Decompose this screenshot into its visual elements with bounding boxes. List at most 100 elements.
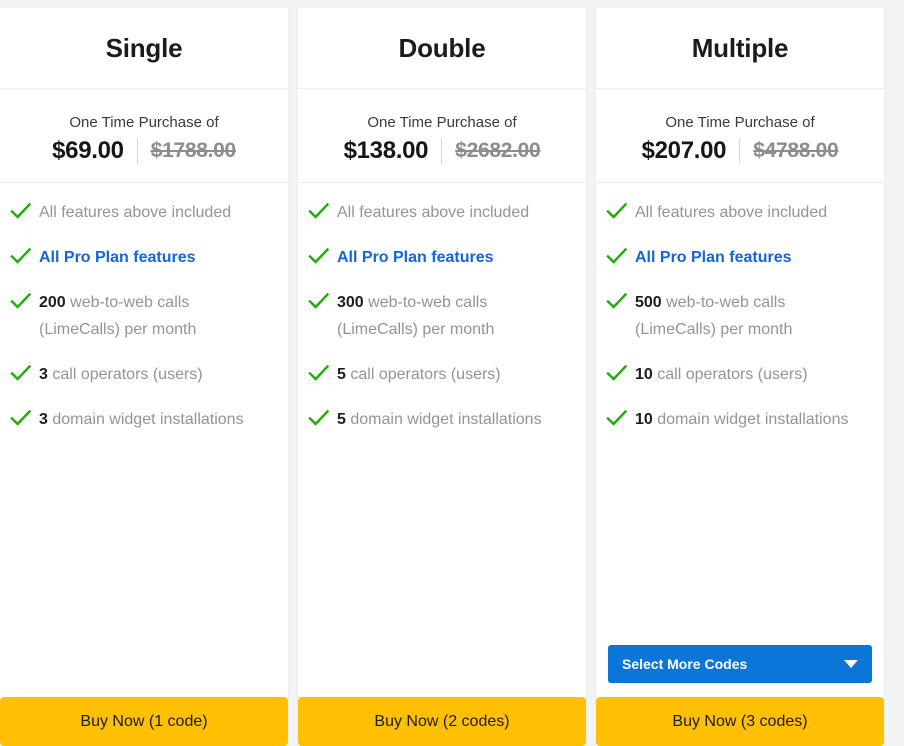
feature-quantity: 5 [337,366,346,383]
feature-item: 10 call operators (users) [606,361,870,388]
plan-card: Single One Time Purchase of $69.00 $1788.00… [0,8,288,746]
feature-label: call operators (users) [52,366,203,383]
price-block: One Time Purchase of $69.00 $1788.00 [0,89,288,183]
check-icon [308,363,330,383]
feature-item: 300 web-to-web calls (LimeCalls) per mon… [308,289,572,343]
buy-now-button[interactable]: Buy Now (2 codes) [298,697,586,746]
feature-list: All features above included All Pro Plan … [596,183,884,645]
feature-label: call operators (users) [657,366,808,383]
buy-now-button[interactable]: Buy Now (1 code) [0,697,288,746]
check-icon [10,291,32,311]
plan-header: Double [298,8,586,89]
feature-quantity: 10 [635,411,653,428]
check-icon [606,408,628,428]
feature-label: domain widget installations [657,411,849,428]
feature-item: 3 domain widget installations [10,406,274,433]
feature-text: 10 call operators (users) [635,361,808,388]
select-codes-area [298,645,586,683]
price-separator [136,138,138,164]
feature-text: All Pro Plan features [635,244,792,271]
price-separator [441,138,443,164]
select-more-codes-dropdown[interactable]: Select More Codes [608,645,872,683]
price-block: One Time Purchase of $207.00 $4788.00 [596,89,884,183]
check-icon [308,246,330,266]
plan-title: Multiple [691,32,789,63]
check-icon [10,363,32,383]
price-caption: One Time Purchase of [367,114,517,131]
feature-text: 300 web-to-web calls (LimeCalls) per mon… [337,289,572,343]
feature-quantity: 500 [635,294,662,311]
feature-item: All features above included [308,199,572,226]
plan-header: Multiple [596,8,884,89]
feature-text: 3 domain widget installations [39,406,244,433]
feature-item: 5 call operators (users) [308,361,572,388]
feature-item: All Pro Plan features [606,244,870,271]
feature-quantity: 10 [635,366,653,383]
check-icon [606,246,628,266]
feature-label: All Pro Plan features [39,249,196,266]
feature-item: All Pro Plan features [10,244,274,271]
feature-text: 500 web-to-web calls (LimeCalls) per mon… [635,289,870,343]
check-icon [606,363,628,383]
feature-quantity: 200 [39,294,66,311]
feature-label: All features above included [337,204,530,221]
price-current: $69.00 [52,137,124,164]
feature-item: All features above included [10,199,274,226]
feature-text: 3 call operators (users) [39,361,203,388]
check-icon [606,291,628,311]
check-icon [308,201,330,221]
price-current: $207.00 [641,137,727,164]
price-current: $138.00 [343,137,429,164]
price-original-strikethrough: $2682.00 [455,139,541,162]
check-icon [10,408,32,428]
feature-label: All Pro Plan features [337,249,494,266]
buy-now-button[interactable]: Buy Now (3 codes) [596,697,884,746]
feature-item: 500 web-to-web calls (LimeCalls) per mon… [606,289,870,343]
plan-title: Single [105,32,183,63]
feature-quantity: 3 [39,411,48,428]
feature-item: 3 call operators (users) [10,361,274,388]
pricing-table: Single One Time Purchase of $69.00 $1788.00… [0,0,904,746]
feature-quantity: 3 [39,366,48,383]
feature-text: All Pro Plan features [39,244,196,271]
select-codes-area: Select More Codes [596,645,884,683]
feature-item: 200 web-to-web calls (LimeCalls) per mon… [10,289,274,343]
check-icon [308,408,330,428]
feature-quantity: 5 [337,411,346,428]
feature-item: All features above included [606,199,870,226]
feature-quantity: 300 [337,294,364,311]
plan-header: Single [0,8,288,89]
feature-item: All Pro Plan features [308,244,572,271]
feature-text: 5 call operators (users) [337,361,501,388]
plan-card: Multiple One Time Purchase of $207.00 $4788… [596,8,884,746]
feature-label: call operators (users) [350,366,501,383]
feature-text: 10 domain widget installations [635,406,848,433]
check-icon [10,201,32,221]
feature-list: All features above included All Pro Plan … [0,183,288,645]
price-separator [739,138,741,164]
price-row: $69.00 $1788.00 [10,136,278,166]
chevron-down-icon [844,660,858,668]
feature-text: All features above included [337,199,529,226]
check-icon [606,201,628,221]
plan-card: Double One Time Purchase of $138.00 $2682.0… [298,8,586,746]
feature-text: All features above included [635,199,827,226]
check-icon [10,246,32,266]
select-codes-area [0,645,288,683]
price-row: $207.00 $4788.00 [606,136,874,166]
plan-title: Double [398,32,486,63]
feature-label: All features above included [635,204,828,221]
feature-label: domain widget installations [52,411,244,428]
feature-label: All features above included [39,204,232,221]
feature-label: domain widget installations [350,411,542,428]
feature-list: All features above included All Pro Plan … [298,183,586,645]
price-block: One Time Purchase of $138.00 $2682.00 [298,89,586,183]
feature-label: All Pro Plan features [635,249,792,266]
feature-item: 10 domain widget installations [606,406,870,433]
check-icon [308,291,330,311]
price-row: $138.00 $2682.00 [308,136,576,166]
price-original-strikethrough: $1788.00 [150,139,237,162]
price-original-strikethrough: $4788.00 [753,139,839,162]
feature-text: 5 domain widget installations [337,406,542,433]
price-caption: One Time Purchase of [665,114,815,131]
